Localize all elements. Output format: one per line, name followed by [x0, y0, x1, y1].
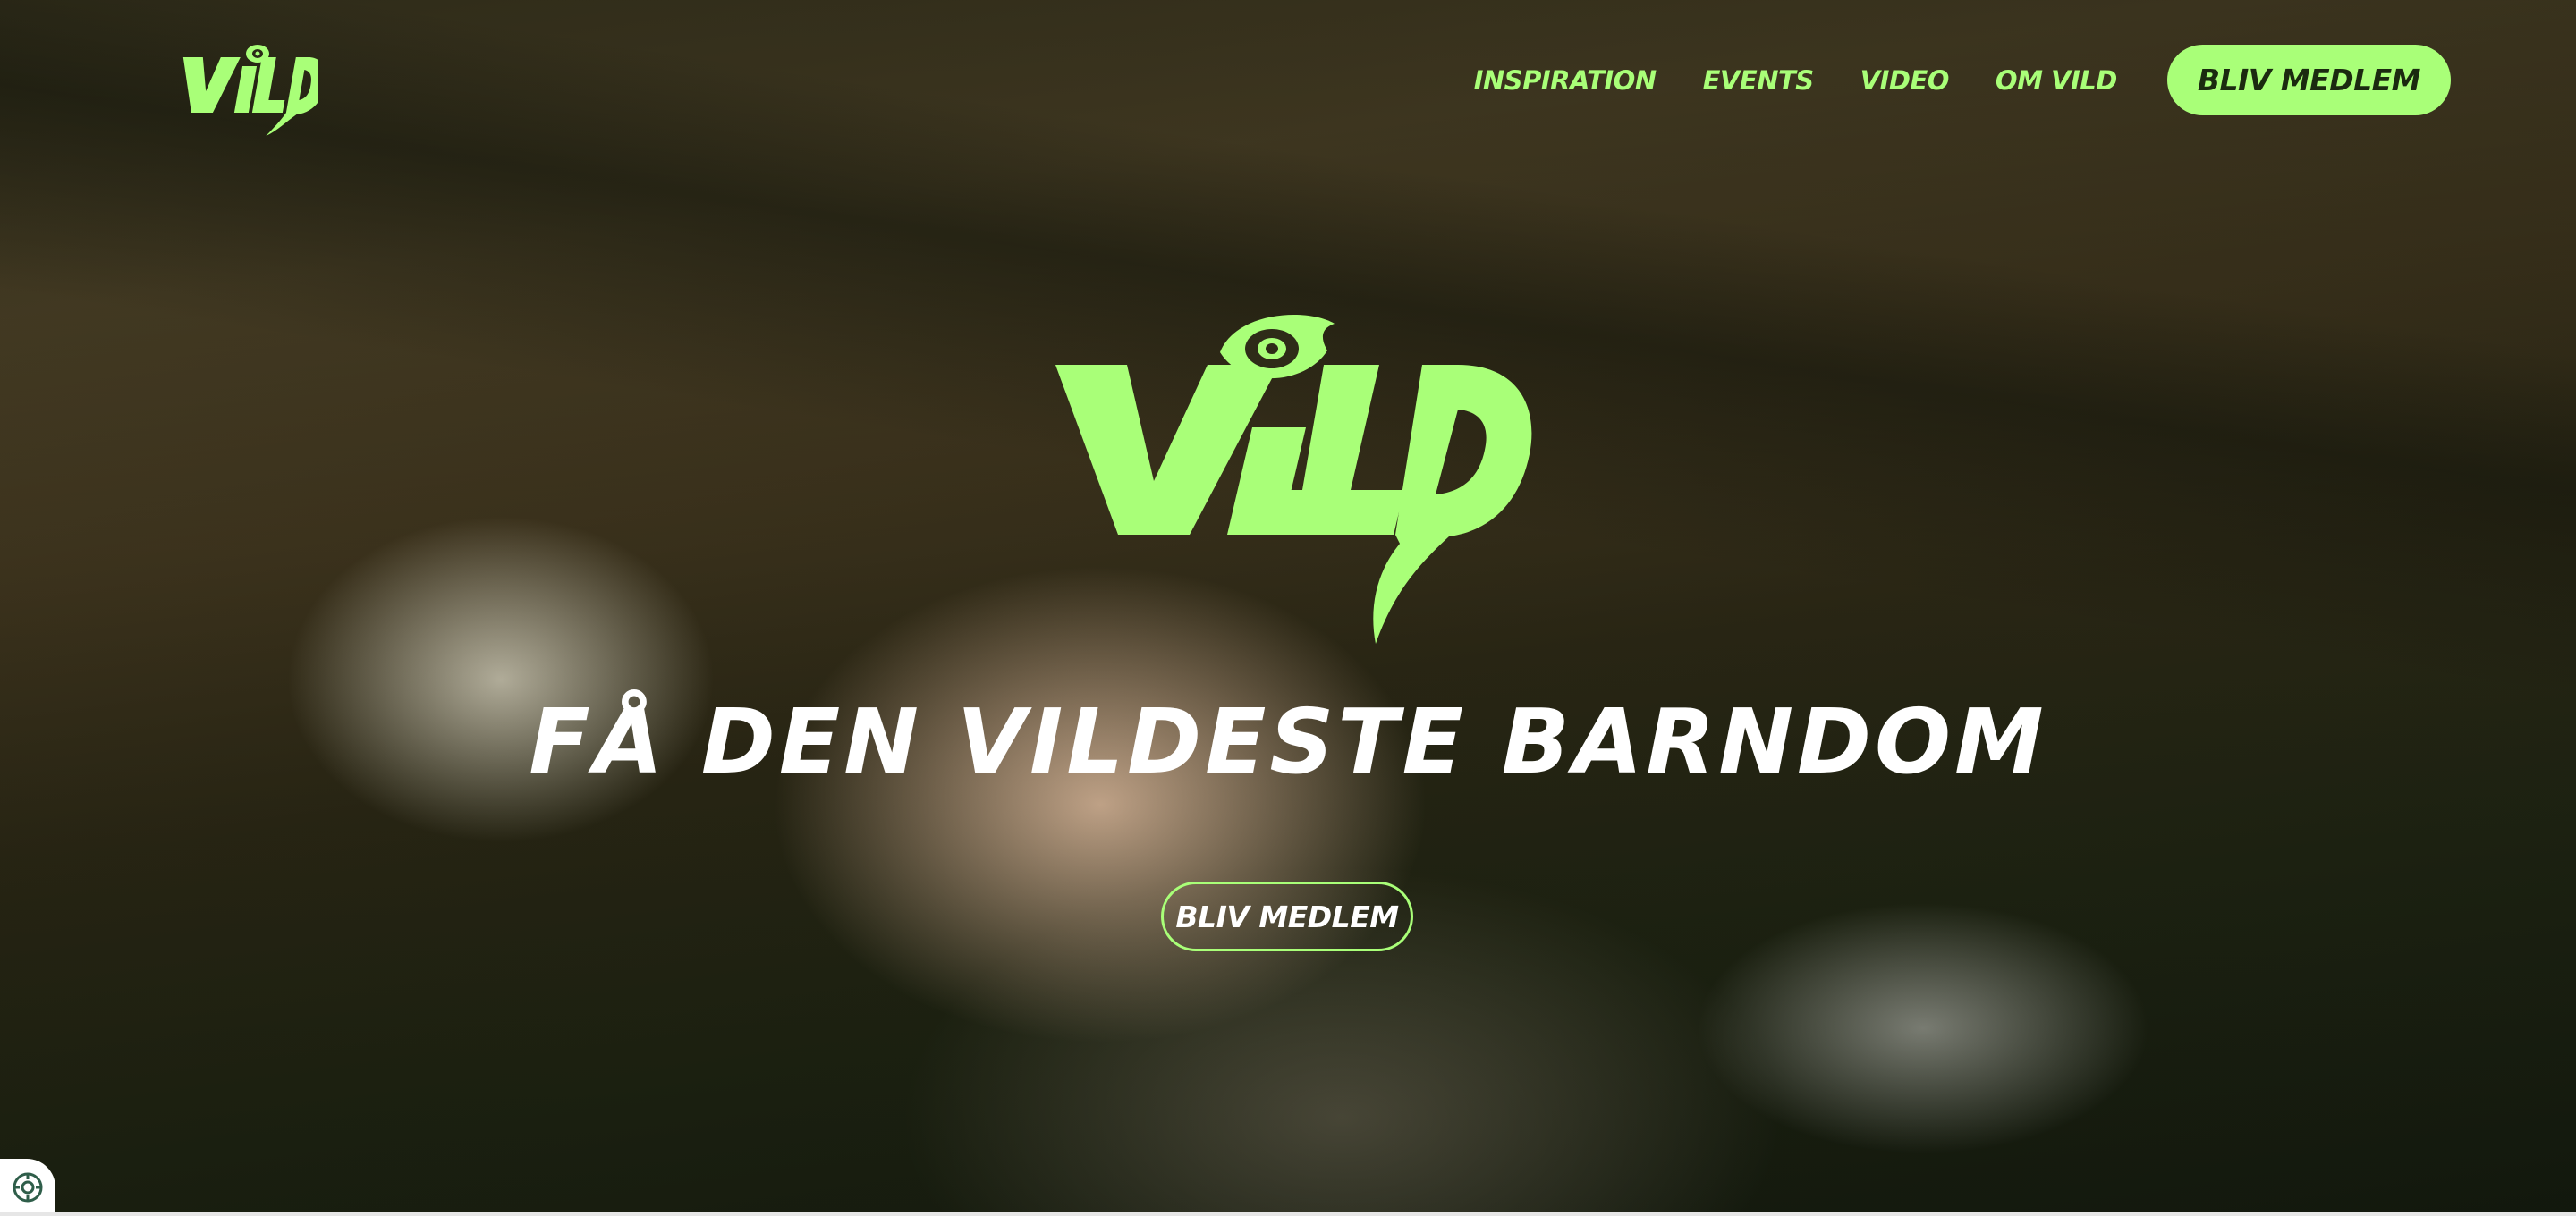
- nav-events[interactable]: EVENTS: [1703, 65, 1815, 96]
- nav-inspiration[interactable]: INSPIRATION: [1474, 65, 1657, 96]
- nav-om-vild[interactable]: OM VILD: [1996, 65, 2117, 96]
- hero-logo: [1038, 293, 1538, 651]
- vild-logo-icon: [182, 45, 326, 136]
- site-logo[interactable]: [175, 41, 326, 141]
- bottom-border: [0, 1212, 2576, 1216]
- cookie-settings-icon: [13, 1172, 43, 1203]
- hero-headline: FÅ DEN VILDESTE BARNDOM: [529, 689, 2047, 794]
- page: INSPIRATION EVENTS VIDEO OM VILD BLIV ME…: [0, 0, 2576, 1216]
- nav-video[interactable]: VIDEO: [1860, 65, 1950, 96]
- vild-hero-logo-icon: [1055, 315, 1532, 644]
- site-header: INSPIRATION EVENTS VIDEO OM VILD BLIV ME…: [0, 0, 2576, 161]
- cookie-settings-button[interactable]: [0, 1159, 55, 1216]
- main-nav: INSPIRATION EVENTS VIDEO OM VILD BLIV ME…: [1474, 45, 2451, 115]
- header-join-button[interactable]: BLIV MEDLEM: [2166, 45, 2451, 115]
- hero-join-button[interactable]: BLIV MEDLEM: [1161, 882, 1413, 951]
